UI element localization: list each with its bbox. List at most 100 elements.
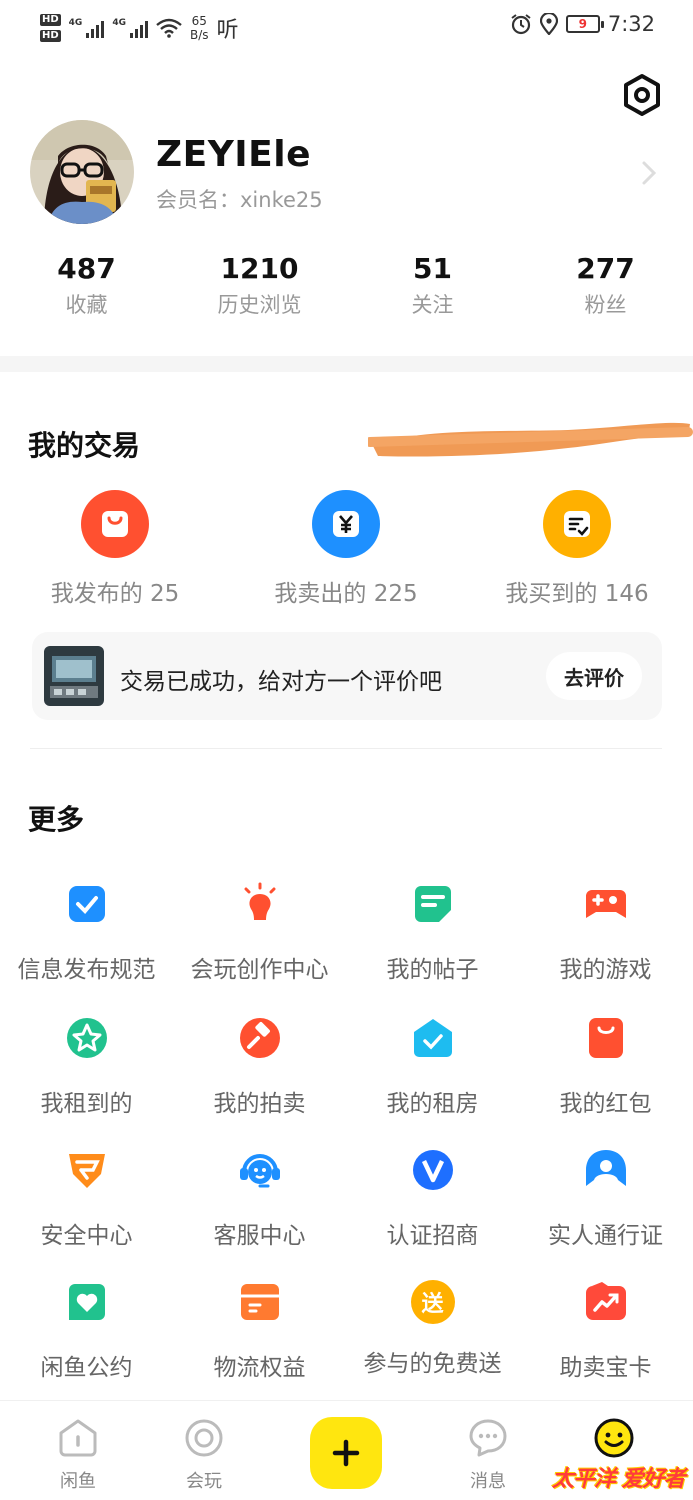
smiley-face-icon	[594, 1418, 634, 1458]
settings-gear-icon[interactable]	[619, 72, 665, 118]
grid-item-label: 安全中心	[40, 1223, 133, 1249]
signal-icon-2: 4G	[112, 18, 148, 38]
net-speed-unit: B/s	[189, 28, 209, 42]
member-name: 会员名：xinke25	[156, 188, 323, 212]
grid-item-label: 助卖宝卡	[559, 1355, 652, 1381]
grid-item-security[interactable]: 安全中心	[0, 1148, 173, 1250]
grid-item-label: 我的拍卖	[213, 1091, 306, 1117]
stat-label: 收藏	[65, 293, 108, 317]
tab-label: 闲鱼	[60, 1471, 96, 1492]
grid-item-my-games[interactable]: 我的游戏	[519, 882, 692, 984]
lightbulb-icon	[244, 882, 275, 920]
chevron-right-icon[interactable]	[641, 160, 657, 186]
location-icon	[539, 13, 558, 35]
ting-indicator: 听	[216, 18, 239, 43]
person-id-icon	[585, 1150, 626, 1186]
post-icon	[414, 886, 451, 922]
gamepad-icon	[585, 890, 626, 918]
grid-item-label: 我的租房	[386, 1091, 479, 1117]
tab-me[interactable]	[569, 1417, 659, 1463]
grid-item-label: 物流权益	[213, 1355, 306, 1381]
hd-indicator-1: HD	[40, 14, 61, 26]
publish-button[interactable]	[310, 1417, 382, 1489]
stats-row: 487 收藏 1210 历史浏览 51 关注 277 粉丝	[0, 252, 693, 319]
tab-label: 会玩	[186, 1471, 222, 1492]
grid-item-label: 我租到的	[40, 1091, 133, 1117]
trade-label: 我买到的 146	[505, 581, 649, 607]
avatar[interactable]	[30, 120, 134, 224]
gavel-icon	[239, 1018, 280, 1058]
network-type-1: 4G	[68, 18, 83, 28]
grid-item-auction[interactable]: 我的拍卖	[173, 1016, 346, 1118]
house-check-icon	[413, 1019, 452, 1057]
grid-item-red-envelope[interactable]: 我的红包	[519, 1016, 692, 1118]
grid-item-label: 我的红包	[559, 1091, 652, 1117]
heart-doc-icon	[68, 1284, 105, 1320]
tab-messages[interactable]: 消息	[443, 1417, 533, 1493]
grid-item-convention[interactable]: 闲鱼公约	[0, 1280, 173, 1382]
tab-huiwan[interactable]: 会玩	[159, 1417, 249, 1493]
grid-item-free-giveaway[interactable]: 送 参与的免费送	[346, 1280, 519, 1378]
grid-item-customer-service[interactable]: 客服中心	[173, 1148, 346, 1250]
bottom-tab-bar: 闲鱼 会玩 消息 太平洋 爱好者	[0, 1400, 693, 1500]
trade-sold[interactable]: 我卖出的 225	[231, 490, 461, 608]
grid-item-creator-center[interactable]: 会玩创作中心	[173, 882, 346, 984]
yen-icon	[312, 490, 380, 558]
grid-item-boost-card[interactable]: 助卖宝卡	[519, 1280, 692, 1382]
grid-item-label: 会玩创作中心	[190, 957, 329, 983]
checkmark-doc-icon	[68, 886, 105, 922]
grid-item-label: 客服中心	[213, 1223, 306, 1249]
grid-item-verify-merchant[interactable]: 认证招商	[346, 1148, 519, 1250]
review-button[interactable]: 去评价	[546, 652, 642, 700]
trade-label: 我发布的 25	[50, 581, 180, 607]
chat-bubble-icon	[469, 1419, 507, 1457]
watermark-logo: 太平洋 爱好者	[552, 1467, 686, 1492]
net-speed-value: 65	[191, 14, 207, 28]
trade-bought[interactable]: 我买到的 146	[462, 490, 692, 608]
stat-label: 关注	[411, 293, 454, 317]
grid-item-info-rules[interactable]: 信息发布规范	[0, 882, 173, 984]
grid-item-label: 信息发布规范	[17, 957, 156, 983]
receipt-icon	[543, 490, 611, 558]
trade-section-title: 我的交易	[28, 429, 141, 462]
grid-item-label: 参与的免费送	[363, 1351, 502, 1377]
grid-item-real-person-pass[interactable]: 实人通行证	[519, 1148, 692, 1250]
trade-label: 我卖出的 225	[274, 581, 418, 607]
stat-following[interactable]: 51 关注	[346, 252, 519, 319]
redaction-scribble	[368, 422, 693, 457]
grid-item-rental-house[interactable]: 我的租房	[346, 1016, 519, 1118]
network-type-2: 4G	[112, 18, 126, 28]
trade-published[interactable]: 我发布的 25	[0, 490, 230, 608]
wifi-icon	[156, 18, 182, 38]
review-notice[interactable]: 交易已成功，给对方一个评价吧 去评价	[32, 632, 662, 720]
stat-history[interactable]: 1210 历史浏览	[173, 252, 346, 319]
clock: 7:32	[607, 12, 655, 36]
shield-icon	[68, 1154, 105, 1188]
stat-favorites[interactable]: 487 收藏	[0, 252, 173, 319]
grid-item-logistics[interactable]: 物流权益	[173, 1280, 346, 1382]
signal-icon-1: 4G	[69, 18, 105, 38]
avatar-photo	[30, 120, 134, 224]
bag-icon	[81, 490, 149, 558]
home-icon	[59, 1419, 97, 1457]
grid-item-my-posts[interactable]: 我的帖子	[346, 882, 519, 984]
hd-indicator-2: HD	[40, 30, 61, 42]
stat-value: 1210	[220, 252, 299, 285]
star-badge-icon	[66, 1018, 107, 1058]
status-right: 9 7:32	[510, 12, 655, 36]
item-thumbnail	[44, 646, 104, 706]
stat-fans[interactable]: 277 粉丝	[519, 252, 692, 319]
battery-icon: 9	[565, 15, 604, 33]
alarm-icon	[511, 14, 531, 35]
more-section-title: 更多	[28, 803, 85, 836]
red-envelope-icon	[588, 1018, 623, 1058]
plus-icon	[332, 1439, 360, 1467]
stat-value: 487	[57, 252, 116, 285]
notice-text: 交易已成功，给对方一个评价吧	[120, 669, 442, 695]
verified-v-icon	[412, 1150, 453, 1190]
grid-item-label: 认证招商	[386, 1223, 479, 1249]
network-speed: 65 B/s	[190, 14, 209, 42]
grid-item-rented[interactable]: 我租到的	[0, 1016, 173, 1118]
tab-xianyu[interactable]: 闲鱼	[33, 1417, 123, 1493]
status-left: HD HD 4G 4G 65 B/s 听	[40, 8, 239, 48]
